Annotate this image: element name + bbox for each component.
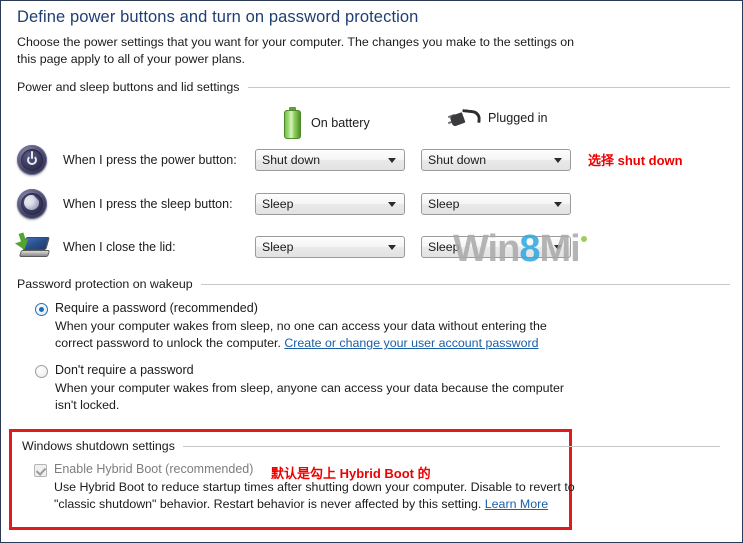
group-header-label: Password protection on wakeup	[17, 277, 193, 291]
sleep-button-on-battery-dropdown[interactable]: Sleep	[255, 193, 405, 215]
chevron-down-icon	[554, 158, 562, 163]
checkbox-label: Enable Hybrid Boot (recommended)	[54, 462, 254, 476]
group-header-rule	[247, 86, 730, 88]
battery-icon	[284, 107, 301, 139]
dropdown-value: Sleep	[428, 240, 460, 254]
radio-require-password[interactable]	[35, 303, 48, 316]
option-label: Require a password (recommended)	[55, 301, 258, 315]
power-button-icon	[17, 145, 59, 175]
dropdown-value: Shut down	[262, 153, 321, 167]
group-header-rule	[182, 445, 720, 447]
sleep-button-plugged-in-dropdown[interactable]: Sleep	[421, 193, 571, 215]
setting-label: When I press the sleep button:	[63, 197, 233, 211]
option-dont-require-password[interactable]: Don't require a password When your compu…	[35, 363, 585, 414]
chevron-down-icon	[388, 245, 396, 250]
option-description: When your computer wakes from sleep, no …	[55, 318, 585, 352]
annotation-hybrid-boot: 默认是勾上 Hybrid Boot 的	[271, 466, 431, 481]
group-header-rule	[200, 283, 730, 285]
radio-dont-require-password[interactable]	[35, 365, 48, 378]
sleep-button-icon	[17, 189, 59, 219]
chevron-down-icon	[554, 245, 562, 250]
chevron-down-icon	[388, 158, 396, 163]
group-header-power-buttons: Power and sleep buttons and lid settings	[17, 80, 730, 94]
learn-more-link[interactable]: Learn More	[485, 497, 548, 511]
hybrid-boot-description: Use Hybrid Boot to reduce startup times …	[54, 479, 584, 513]
group-header-label: Power and sleep buttons and lid settings	[17, 80, 240, 94]
option-label: Don't require a password	[55, 363, 194, 377]
annotation-shutdown: 选择 shut down	[588, 153, 683, 168]
group-header-windows-shutdown: Windows shutdown settings	[22, 439, 720, 453]
create-change-password-link[interactable]: Create or change your user account passw…	[284, 336, 538, 350]
column-header-plugged-in: Plugged in	[447, 107, 548, 129]
setting-row-close-lid: When I close the lid: Sleep Sleep	[17, 230, 742, 264]
close-lid-on-battery-dropdown[interactable]: Sleep	[255, 236, 405, 258]
page-description: Choose the power settings that you want …	[17, 35, 574, 66]
option-require-password[interactable]: Require a password (recommended) When yo…	[35, 301, 585, 352]
column-header-label: Plugged in	[488, 111, 548, 125]
setting-label: When I close the lid:	[63, 240, 176, 254]
dropdown-value: Sleep	[262, 197, 294, 211]
control-panel-page: Define power buttons and turn on passwor…	[0, 0, 743, 543]
dropdown-value: Sleep	[428, 197, 460, 211]
chevron-down-icon	[388, 202, 396, 207]
checkbox-enable-hybrid-boot[interactable]	[34, 464, 47, 477]
group-header-label: Windows shutdown settings	[22, 439, 175, 453]
chevron-down-icon	[554, 202, 562, 207]
power-button-on-battery-dropdown[interactable]: Shut down	[255, 149, 405, 171]
power-button-plugged-in-dropdown[interactable]: Shut down	[421, 149, 571, 171]
close-lid-plugged-in-dropdown[interactable]: Sleep	[421, 236, 571, 258]
power-plug-icon	[447, 107, 482, 129]
group-header-password-protection: Password protection on wakeup	[17, 277, 730, 291]
dropdown-value: Sleep	[262, 240, 294, 254]
column-header-on-battery: On battery	[284, 107, 370, 139]
laptop-lid-icon	[17, 233, 59, 261]
dropdown-value: Shut down	[428, 153, 487, 167]
setting-row-sleep-button: When I press the sleep button: Sleep Sle…	[17, 187, 742, 221]
setting-label: When I press the power button:	[63, 153, 237, 167]
page-title: Define power buttons and turn on passwor…	[17, 8, 419, 26]
column-header-label: On battery	[311, 116, 370, 130]
option-description: When your computer wakes from sleep, any…	[55, 381, 564, 412]
